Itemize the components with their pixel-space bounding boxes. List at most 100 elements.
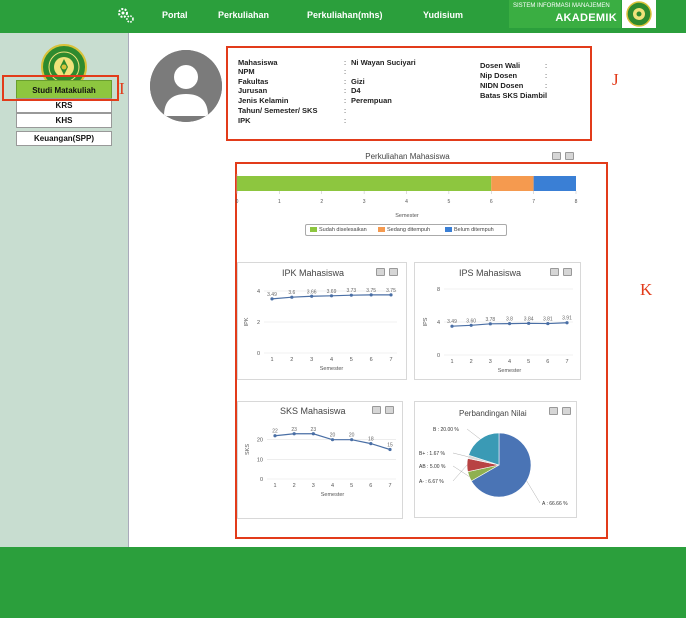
label-mahasiswa: Mahasiswa	[238, 58, 278, 67]
label-fakultas: Fakultas	[238, 77, 269, 86]
pie-label-connector	[452, 452, 469, 457]
label-nip-dosen: Nip Dosen	[480, 71, 518, 80]
data-label: 3.6	[288, 290, 295, 296]
x-tick-label: 3	[489, 359, 492, 365]
gear-icon[interactable]	[116, 5, 136, 25]
progress-chart: 0 1 2 3 4 5 6 7 8 Semester	[236, 174, 578, 219]
x-tick-label: 5	[350, 357, 353, 363]
y-tick-label: 8	[437, 287, 440, 293]
data-label: 20	[330, 433, 336, 439]
progress-legend: Sudah diselesaikan Sedang ditempuh Belum…	[305, 224, 507, 236]
nav-yudisium[interactable]: Yudisium	[423, 10, 463, 20]
x-tick-label: 1	[270, 357, 273, 363]
ipk-chart: 0 2 4 IPK 3.49 1 3.6 2 3.66 3 3.69 4 3.73 5 3.75 6 3.75 7…	[244, 288, 397, 372]
footer	[0, 547, 686, 618]
data-label: 23	[291, 427, 297, 433]
x-axis-label: Semester	[321, 492, 345, 498]
brand-title: AKADEMIK	[555, 12, 617, 24]
x-tick-label: 2	[470, 359, 473, 365]
value-mahasiswa: Ni Wayan Suciyari	[351, 58, 416, 67]
legend-item-done: Sudah diselesaikan	[310, 227, 367, 233]
data-label: 3.91	[562, 316, 572, 322]
progress-x-tick-label: 8	[575, 199, 578, 205]
annotation-box-i	[2, 75, 119, 101]
annotation-label-k: K	[640, 280, 653, 299]
ips-export-button[interactable]	[563, 268, 572, 276]
y-tick-label: 0	[257, 351, 260, 357]
data-label: 3.60	[466, 318, 476, 324]
pie-label-connector	[526, 480, 541, 504]
label-batas-sks: Batas SKS Diambil	[480, 91, 548, 100]
menu-keuangan-spp[interactable]: Keuangan(SPP)	[16, 131, 112, 146]
x-tick-label: 6	[546, 359, 549, 365]
value-fakultas: Gizi	[351, 77, 365, 86]
y-axis-label: IPK	[244, 317, 250, 326]
x-tick-label: 7	[565, 359, 568, 365]
label-ipk: IPK	[238, 116, 251, 125]
data-label: 3.66	[307, 289, 317, 295]
data-label: 20	[349, 433, 355, 439]
pie-label: A- : 6.67 %	[419, 479, 444, 485]
x-tick-label: 7	[389, 357, 392, 363]
x-axis-label: Semester	[320, 366, 344, 372]
data-label: 3.49	[447, 319, 457, 325]
x-tick-label: 4	[508, 359, 511, 365]
nav-portal[interactable]: Portal	[162, 10, 188, 20]
y-tick-label: 2	[257, 320, 260, 326]
pie-label: A : 66.66 %	[542, 501, 568, 507]
sks-export-button[interactable]	[385, 406, 394, 414]
data-label: 22	[272, 429, 278, 435]
data-label: 3.8	[506, 317, 513, 323]
ips-chart: 048IPS 3.4913.6023.7833.843.8453.8163.917…	[423, 287, 573, 374]
pie-chart-title: Perbandingan Nilai	[459, 409, 527, 418]
progress-x-tick-label: 0	[236, 199, 239, 205]
university-logo-small	[622, 0, 656, 28]
sks-print-button[interactable]	[372, 406, 381, 414]
legend-item-pending: Belum ditempuh	[445, 227, 494, 233]
value-jenis-kelamin: Perempuan	[351, 96, 392, 105]
y-tick-label: 4	[257, 289, 260, 295]
data-label: 15	[387, 443, 393, 449]
avatar	[150, 50, 222, 122]
x-tick-label: 5	[527, 359, 530, 365]
label-npm: NPM	[238, 67, 255, 76]
y-tick-label: 10	[257, 457, 263, 463]
progress-x-tick-label: 6	[490, 199, 493, 205]
chart-print-button[interactable]	[552, 152, 561, 160]
progress-bar-segment	[491, 176, 534, 191]
data-label: 3.78	[485, 317, 495, 323]
pie-print-button[interactable]	[549, 407, 558, 415]
data-label: 3.75	[366, 288, 376, 294]
data-label: 23	[311, 427, 317, 433]
nav-perkuliahan-mhs[interactable]: Perkuliahan(mhs)	[307, 10, 383, 20]
chart-export-button[interactable]	[565, 152, 574, 160]
progress-bar-segment	[237, 176, 492, 191]
menu-khs[interactable]: KHS	[16, 113, 112, 128]
nav-perkuliahan[interactable]: Perkuliahan	[218, 10, 269, 20]
label-jurusan: Jurusan	[238, 86, 268, 95]
legend-item-ongoing: Sedang ditempuh	[378, 227, 430, 233]
pie-label: AB : 5.00 %	[419, 464, 446, 470]
x-tick-label: 1	[273, 483, 276, 489]
progress-x-tick-label: 4	[405, 199, 408, 205]
pie-label-connector	[452, 465, 470, 477]
ips-panel: IPS Mahasiswa 0 4 8 IPS 3.49 1 3.60 2 3.78 3 3.8 4 3…	[414, 262, 581, 380]
ips-print-button[interactable]	[550, 268, 559, 276]
data-label: 3.49	[267, 292, 277, 298]
progress-bar-segment	[533, 176, 576, 191]
ipk-print-button[interactable]	[376, 268, 385, 276]
annotation-label-j: J	[612, 70, 619, 89]
data-label: 18	[368, 437, 374, 443]
pie-chart: B : 20.00 % B+ : 1.67 % AB : 5.00 % A- : 6.…	[419, 427, 568, 507]
x-tick-label: 6	[369, 483, 372, 489]
label-dosen-wali: Dosen Wali	[480, 61, 521, 70]
x-tick-label: 4	[331, 483, 334, 489]
x-tick-label: 2	[293, 483, 296, 489]
pie-export-button[interactable]	[562, 407, 571, 415]
ipk-export-button[interactable]	[389, 268, 398, 276]
progress-x-axis-label: Semester	[395, 213, 419, 219]
label-jenis-kelamin: Jenis Kelamin	[238, 96, 289, 105]
ipk-panel: IPK Mahasiswa 0 2 4 IPK 3.49 1 3.6 2 3.66 3 3.69 4 3…	[237, 262, 407, 380]
x-tick-label: 2	[290, 357, 293, 363]
y-axis-label: IPS	[423, 317, 429, 326]
